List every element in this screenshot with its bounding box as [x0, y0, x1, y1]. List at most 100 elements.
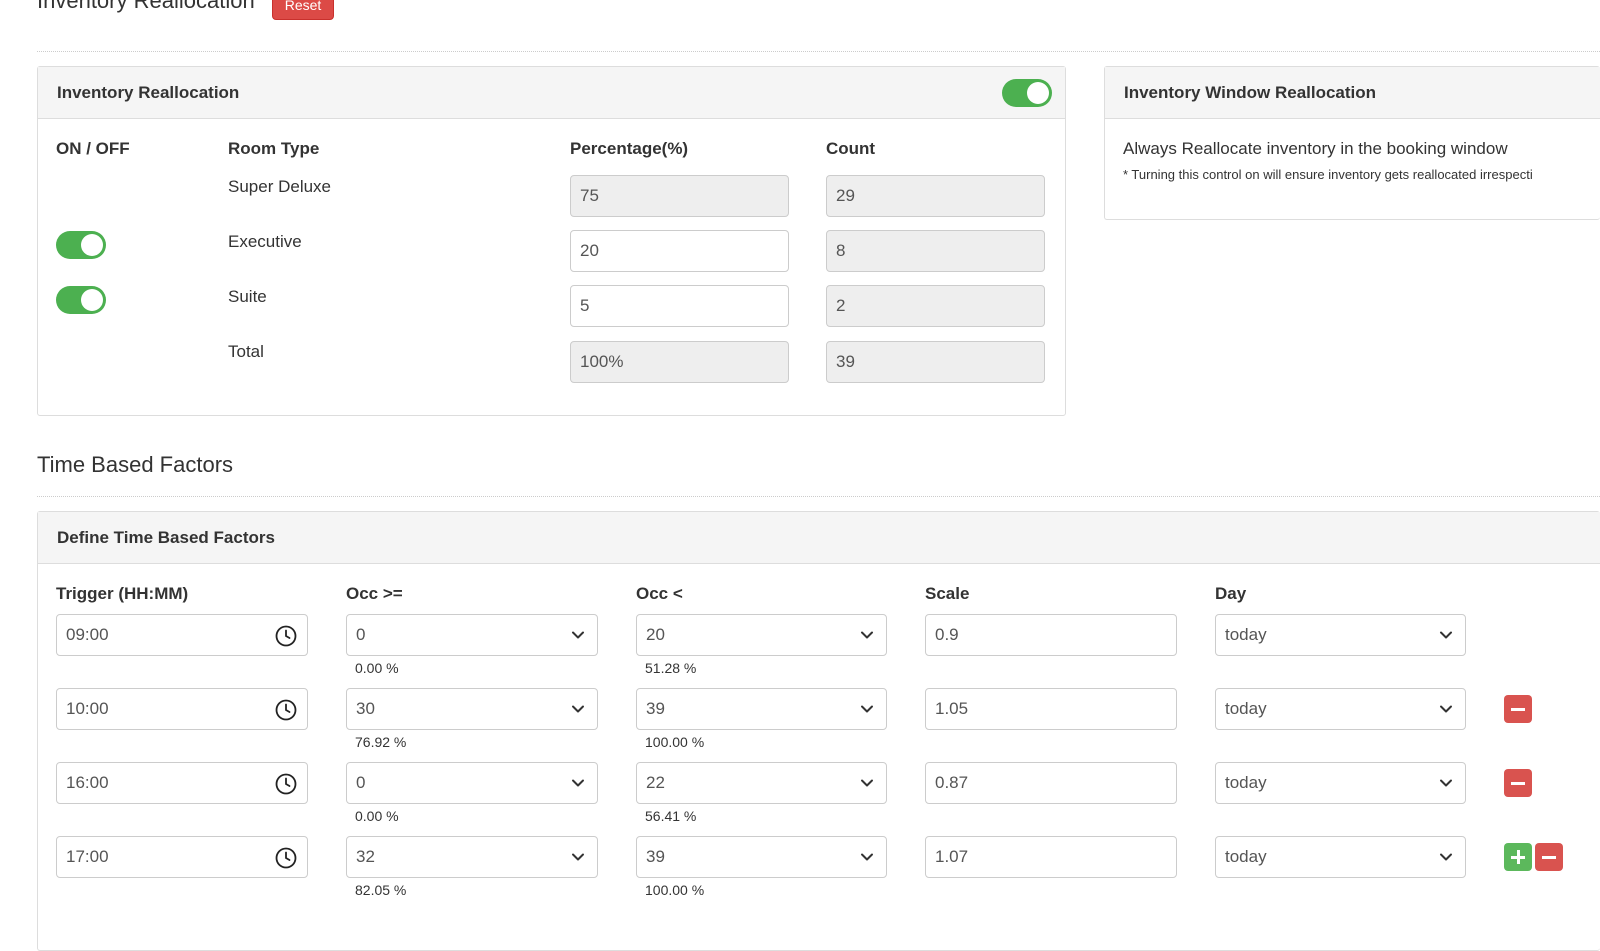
occ-gte-select[interactable]: 0 [346, 762, 598, 804]
day-select[interactable]: today [1215, 688, 1466, 730]
occ-gte-value: 30 [356, 699, 375, 718]
toggle-knob [81, 234, 103, 256]
occ-lt-percent: 100.00 % [645, 882, 705, 898]
master-reallocation-toggle[interactable] [1002, 79, 1052, 107]
section-title: Time Based Factors [37, 452, 234, 477]
trigger-time-value: 16:00 [66, 773, 109, 792]
room-toggle-suite[interactable] [56, 286, 106, 314]
occ-gte-percent: 76.92 % [355, 734, 407, 750]
chevron-down-icon [1439, 628, 1453, 642]
occ-gte-percent: 0.00 % [355, 660, 399, 676]
scale-input[interactable]: 0.87 [925, 762, 1177, 804]
occ-lt-select[interactable]: 22 [636, 762, 887, 804]
remove-row-button[interactable] [1504, 695, 1532, 723]
time-factors-title: Define Time Based Factors [57, 527, 275, 547]
occ-lt-percent: 51.28 % [645, 660, 697, 676]
percentage-input: 75 [570, 175, 789, 217]
occ-lt-percent: 56.41 % [645, 808, 697, 824]
remove-row-button[interactable] [1504, 769, 1532, 797]
count-field: 29 [826, 175, 1045, 217]
occ-lt-select[interactable]: 39 [636, 836, 887, 878]
header-scale: Scale [925, 584, 970, 603]
day-value: today [1225, 847, 1267, 866]
day-select[interactable]: today [1215, 614, 1466, 656]
occ-lt-select[interactable]: 39 [636, 688, 887, 730]
percentage-input[interactable]: 5 [570, 285, 789, 327]
remove-row-button[interactable] [1535, 843, 1563, 871]
room-type-label: Super Deluxe [228, 177, 332, 196]
count-field: 2 [826, 285, 1045, 327]
trigger-time-value: 17:00 [66, 847, 109, 866]
percentage-input[interactable]: 20 [570, 230, 789, 272]
inventory-panel-header: Inventory Reallocation [38, 67, 1065, 119]
occ-lt-percent: 100.00 % [645, 734, 705, 750]
add-row-button[interactable] [1504, 843, 1532, 871]
room-toggle-executive[interactable] [56, 231, 106, 259]
occ-gte-select[interactable]: 32 [346, 836, 598, 878]
chevron-down-icon [860, 628, 874, 642]
window-panel-header: Inventory Window Reallocation [1105, 67, 1600, 119]
chevron-down-icon [860, 702, 874, 716]
clock-icon[interactable] [275, 847, 297, 869]
window-panel-title: Inventory Window Reallocation [1124, 82, 1377, 102]
scale-input[interactable]: 0.9 [925, 614, 1177, 656]
minus-icon [1511, 707, 1525, 711]
chevron-down-icon [1439, 850, 1453, 864]
header-day: Day [1215, 584, 1247, 603]
occ-gte-select[interactable]: 30 [346, 688, 598, 730]
toggle-knob [81, 289, 103, 311]
chevron-down-icon [860, 850, 874, 864]
room-type-label: Suite [228, 287, 267, 306]
occ-gte-select[interactable]: 0 [346, 614, 598, 656]
count-field: 8 [826, 230, 1045, 272]
room-type-label: Total [228, 342, 264, 361]
clock-icon[interactable] [275, 625, 297, 647]
trigger-time-input[interactable]: 09:00 [56, 614, 308, 656]
plus-icon [1511, 850, 1525, 864]
header-occ-lt: Occ < [636, 584, 683, 603]
chevron-down-icon [571, 776, 585, 790]
header-trigger: Trigger (HH:MM) [56, 584, 189, 603]
trigger-time-input[interactable]: 16:00 [56, 762, 308, 804]
chevron-down-icon [571, 702, 585, 716]
occ-gte-percent: 0.00 % [355, 808, 399, 824]
chevron-down-icon [1439, 776, 1453, 790]
window-note: * Turning this control on will ensure in… [1123, 167, 1533, 182]
day-select[interactable]: today [1215, 836, 1466, 878]
window-description: Always Reallocate inventory in the booki… [1123, 139, 1508, 158]
trigger-time-value: 10:00 [66, 699, 109, 718]
reset-button[interactable]: Reset [272, 0, 334, 20]
count-total: 39 [826, 341, 1045, 383]
trigger-time-input[interactable]: 10:00 [56, 688, 308, 730]
page-title: Inventory Reallocation [37, 0, 255, 13]
trigger-time-input[interactable]: 17:00 [56, 836, 308, 878]
clock-icon[interactable] [275, 699, 297, 721]
scale-input[interactable]: 1.07 [925, 836, 1177, 878]
scale-input[interactable]: 1.05 [925, 688, 1177, 730]
minus-icon [1511, 781, 1525, 785]
header-on-off: ON / OFF [56, 139, 130, 158]
day-value: today [1225, 625, 1267, 644]
section-separator [37, 496, 1600, 497]
header-occ-gte: Occ >= [346, 584, 403, 603]
title-separator [37, 51, 1600, 52]
day-value: today [1225, 773, 1267, 792]
occ-lt-value: 39 [646, 699, 665, 718]
occ-gte-percent: 82.05 % [355, 882, 407, 898]
trigger-time-value: 09:00 [66, 625, 109, 644]
day-value: today [1225, 699, 1267, 718]
toggle-knob [1027, 82, 1049, 104]
clock-icon[interactable] [275, 773, 297, 795]
room-type-label: Executive [228, 232, 302, 251]
occ-gte-value: 0 [356, 773, 366, 792]
header-count: Count [826, 139, 876, 158]
occ-lt-value: 20 [646, 625, 665, 644]
header-room-type: Room Type [228, 139, 320, 158]
time-factors-header: Define Time Based Factors [38, 512, 1600, 564]
occ-lt-value: 22 [646, 773, 665, 792]
inventory-panel-title: Inventory Reallocation [57, 82, 240, 102]
day-select[interactable]: today [1215, 762, 1466, 804]
occ-gte-value: 0 [356, 625, 366, 644]
occ-lt-select[interactable]: 20 [636, 614, 887, 656]
occ-lt-value: 39 [646, 847, 665, 866]
